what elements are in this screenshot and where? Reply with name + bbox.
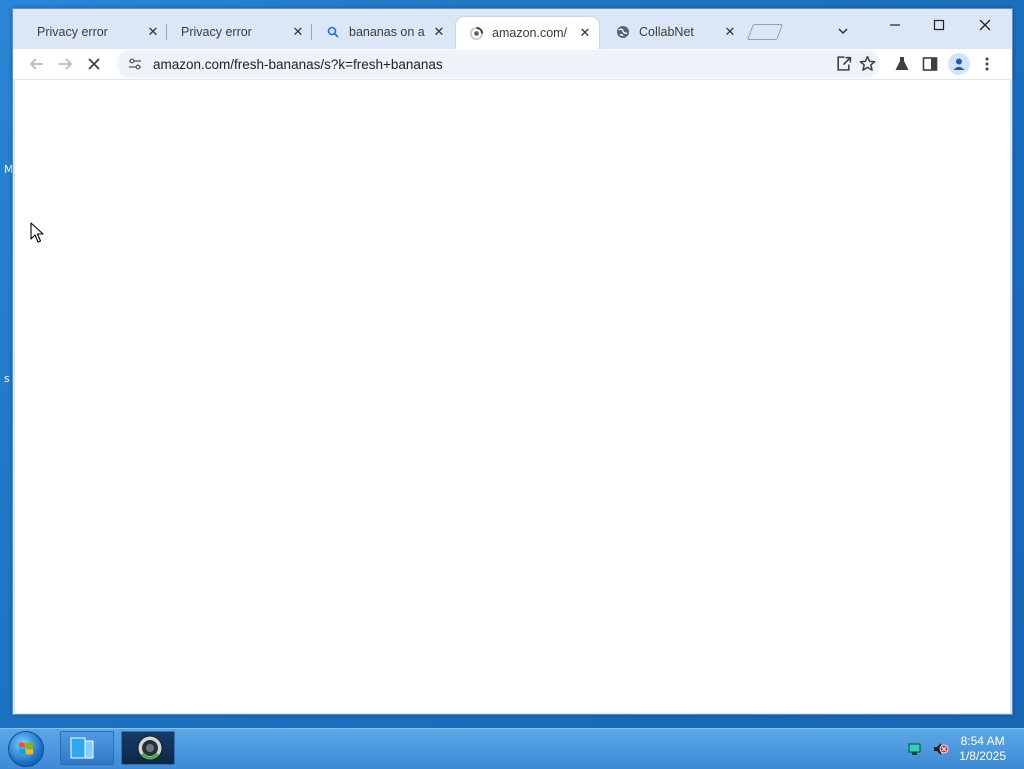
minimize-button[interactable] bbox=[875, 13, 915, 37]
taskbar-browser-button[interactable] bbox=[121, 731, 175, 765]
more-menu-icon[interactable] bbox=[977, 54, 997, 74]
maximize-button[interactable] bbox=[919, 13, 959, 37]
url-text: amazon.com/fresh-bananas/s?k=fresh+banan… bbox=[153, 56, 443, 72]
site-info-tune-icon[interactable] bbox=[127, 56, 143, 72]
tab-amazon[interactable]: amazon.com/ ✕ bbox=[456, 17, 599, 49]
tab-search-chevron-down-icon[interactable] bbox=[835, 23, 851, 39]
tab-title: Privacy error bbox=[181, 24, 252, 39]
share-icon[interactable] bbox=[835, 55, 852, 72]
network-icon[interactable] bbox=[908, 741, 924, 761]
stop-loading-button[interactable] bbox=[82, 53, 106, 75]
clock-date: 1/8/2025 bbox=[959, 749, 1006, 763]
tab-close-icon[interactable]: ✕ bbox=[722, 24, 738, 40]
clock-time: 8:54 AM bbox=[960, 734, 1005, 748]
taskbar: 8:54 AM 1/8/2025 bbox=[0, 728, 1024, 769]
tab-close-icon[interactable]: ✕ bbox=[431, 24, 447, 40]
tab-close-icon[interactable]: ✕ bbox=[290, 24, 306, 40]
side-panel-icon[interactable] bbox=[920, 54, 940, 74]
tab-title: Privacy error bbox=[37, 24, 108, 39]
new-tab-button[interactable] bbox=[747, 24, 783, 40]
browser-window: Privacy error ✕ Privacy error ✕ bananas … bbox=[12, 8, 1013, 715]
forward-button[interactable] bbox=[53, 53, 77, 75]
tab-title: bananas on a bbox=[349, 24, 425, 39]
tab-close-icon[interactable]: ✕ bbox=[577, 25, 593, 41]
desktop-icon-label-fragment: s bbox=[4, 372, 10, 385]
tab-privacy-error-1[interactable]: Privacy error ✕ bbox=[21, 18, 167, 45]
tab-collabnet[interactable]: CollabNet ✕ bbox=[601, 18, 744, 45]
mouse-cursor-icon bbox=[30, 222, 44, 248]
address-bar[interactable]: amazon.com/fresh-bananas/s?k=fresh+banan… bbox=[117, 50, 880, 78]
tab-privacy-error-2[interactable]: Privacy error ✕ bbox=[166, 18, 312, 45]
page-content[interactable] bbox=[15, 79, 1010, 713]
browser-toolbar: amazon.com/fresh-bananas/s?k=fresh+banan… bbox=[13, 49, 1012, 79]
tab-title: amazon.com/ bbox=[492, 26, 568, 40]
taskbar-file-explorer-button[interactable] bbox=[60, 731, 114, 765]
close-window-button[interactable] bbox=[965, 13, 1005, 37]
globe-icon bbox=[615, 24, 631, 40]
tab-close-icon[interactable]: ✕ bbox=[145, 24, 161, 40]
system-clock[interactable]: 8:54 AM 1/8/2025 bbox=[959, 734, 1006, 764]
search-icon bbox=[325, 24, 341, 40]
volume-muted-icon[interactable] bbox=[932, 741, 950, 761]
labs-flask-icon[interactable] bbox=[892, 54, 912, 74]
bookmark-star-icon[interactable] bbox=[859, 55, 876, 72]
profile-avatar-icon[interactable] bbox=[948, 53, 970, 75]
back-button[interactable] bbox=[25, 53, 49, 75]
start-button[interactable] bbox=[8, 731, 44, 767]
loading-spinner-icon bbox=[468, 25, 484, 41]
tab-bananas-search[interactable]: bananas on a ✕ bbox=[311, 18, 453, 45]
tab-strip: Privacy error ✕ Privacy error ✕ bananas … bbox=[13, 9, 1014, 49]
tab-title: CollabNet bbox=[639, 24, 694, 39]
